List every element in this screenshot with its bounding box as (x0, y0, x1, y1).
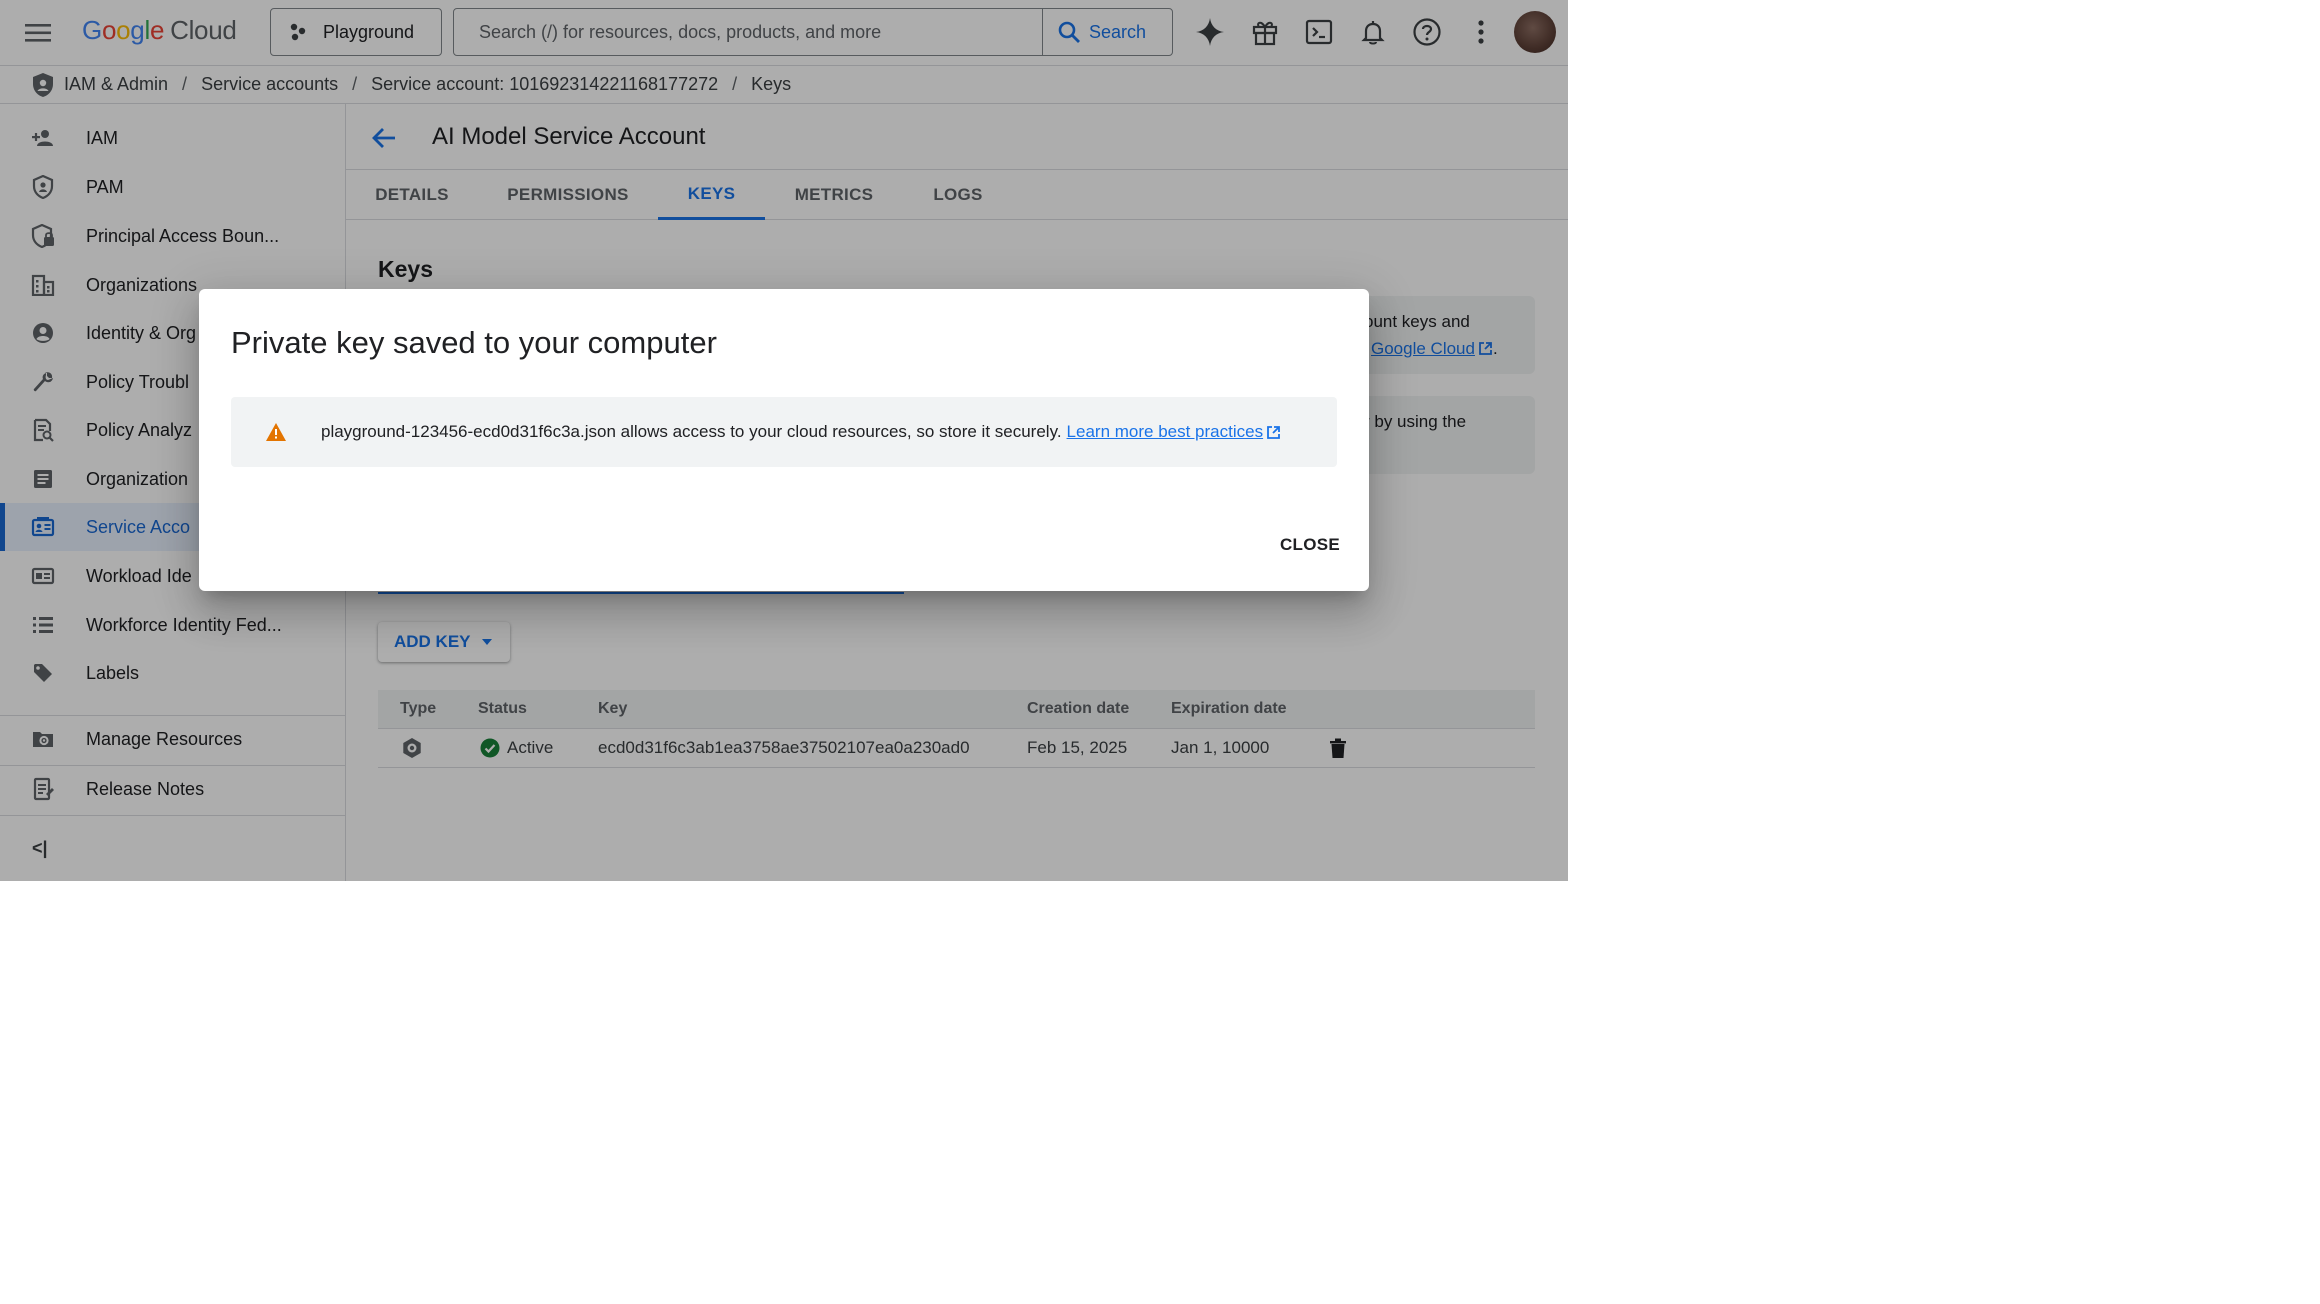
warning-banner: playground-123456-ecd0d31f6c3a.json allo… (231, 397, 1337, 467)
close-button[interactable]: CLOSE (1265, 529, 1355, 561)
warning-message: playground-123456-ecd0d31f6c3a.json allo… (321, 422, 1062, 441)
dialog-title: Private key saved to your computer (231, 325, 717, 360)
learn-more-link[interactable]: Learn more best practices (1067, 422, 1264, 442)
warning-icon (265, 422, 287, 442)
private-key-dialog: Private key saved to your computer playg… (199, 289, 1369, 591)
external-link-icon (1266, 425, 1281, 440)
